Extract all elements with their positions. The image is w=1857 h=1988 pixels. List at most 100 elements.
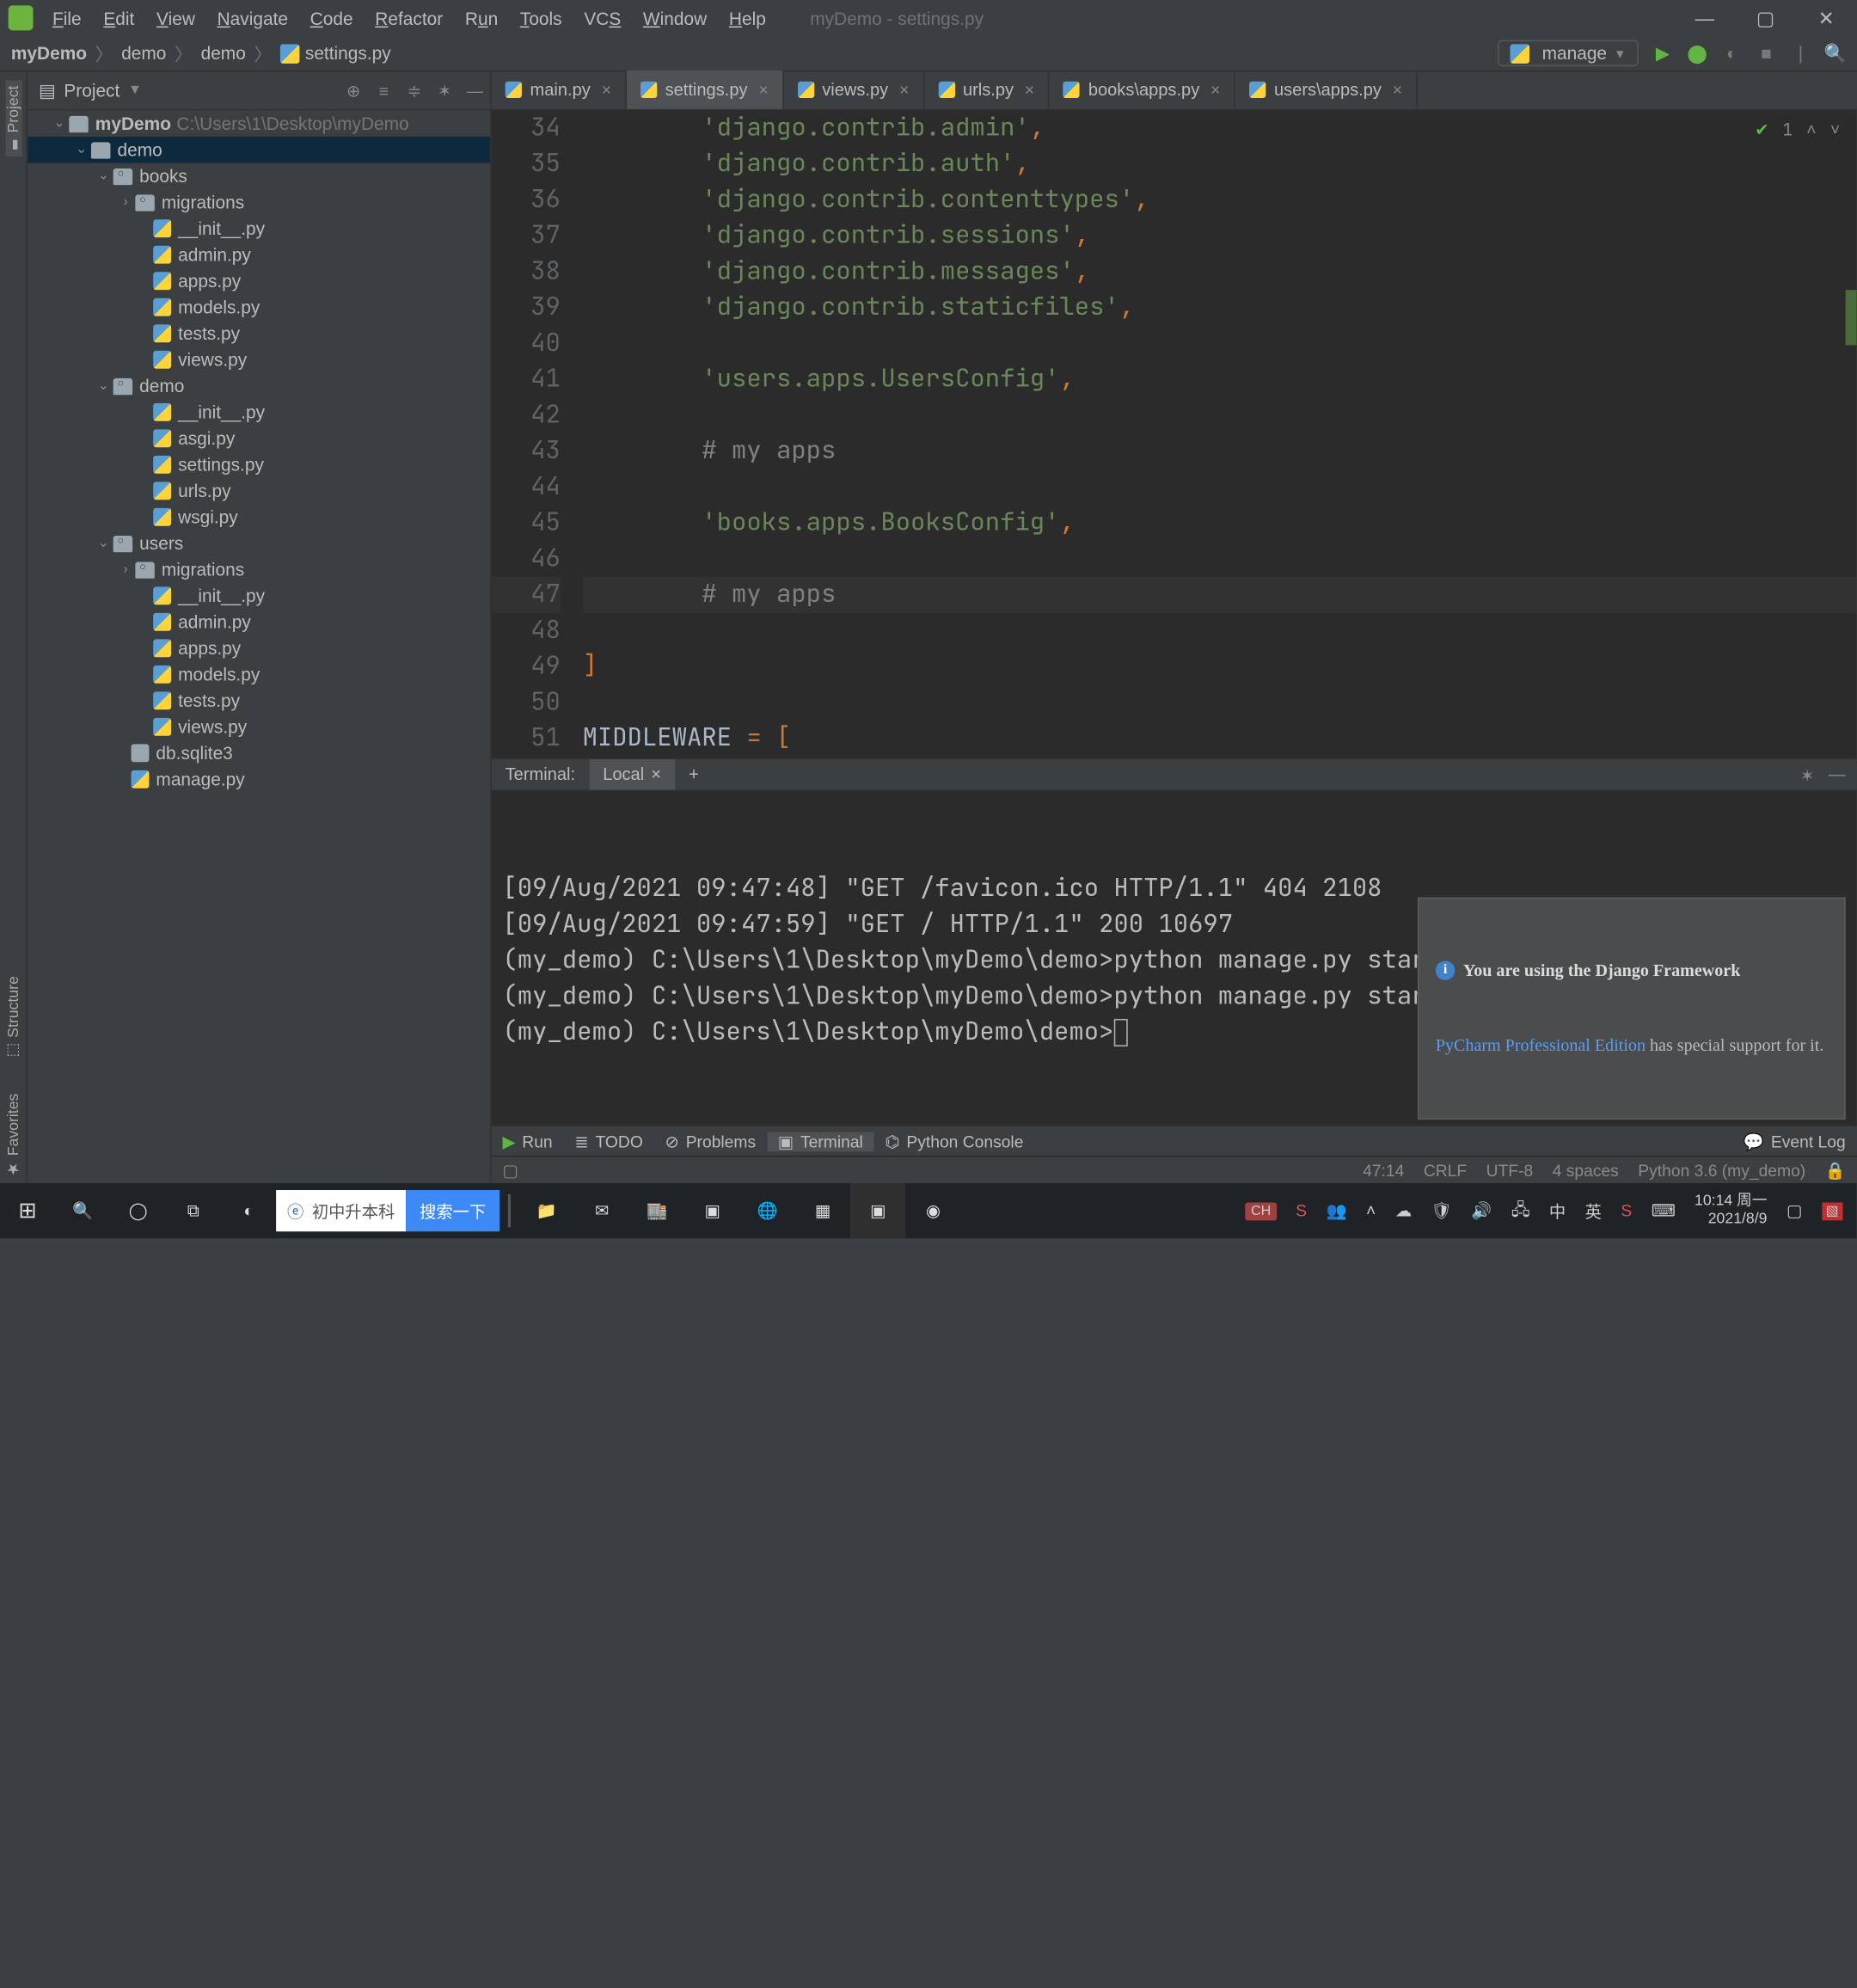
tree-item[interactable]: __init__.py	[28, 399, 490, 426]
chevron-icon[interactable]: ⌄	[94, 169, 113, 184]
python-console-toolwindow-button[interactable]: ⌬Python Console	[874, 1132, 1035, 1150]
close-icon[interactable]: ×	[1210, 80, 1220, 99]
menu-file[interactable]: File	[41, 8, 92, 28]
debug-button[interactable]: ⬤	[1687, 43, 1707, 64]
tree-item[interactable]: models.py	[28, 294, 490, 321]
tree-item[interactable]: admin.py	[28, 242, 490, 268]
project-toolwindow-tab[interactable]: ▮ Project	[5, 80, 21, 156]
chevron-up-icon[interactable]: ˄	[1806, 119, 1817, 141]
indent-settings[interactable]: 4 spaces	[1553, 1161, 1619, 1180]
tree-item[interactable]: ⌄users	[28, 531, 490, 557]
tray-ime-cn[interactable]: 中	[1549, 1199, 1566, 1222]
favorites-toolwindow-tab[interactable]: ★ Favorites	[4, 1088, 22, 1183]
chevron-icon[interactable]: ⌄	[71, 142, 90, 157]
menu-refactor[interactable]: Refactor	[364, 8, 454, 28]
code-editor[interactable]: 343536373839404142434445464748495051 'dj…	[492, 110, 1857, 758]
close-icon[interactable]: ×	[1393, 80, 1402, 99]
editor-tab[interactable]: books\apps.py×	[1050, 71, 1235, 109]
tray-defender-icon[interactable]: 🛡	[1431, 1201, 1451, 1220]
chevron-down-icon[interactable]: ▼	[128, 83, 142, 98]
terminal-body[interactable]: [09/Aug/2021 09:47:48] "GET /favicon.ico…	[492, 791, 1857, 1131]
hide-icon[interactable]: —	[460, 81, 490, 100]
tree-item[interactable]: ›migrations	[28, 189, 490, 216]
maximize-button[interactable]: ▢	[1735, 6, 1796, 29]
tree-item[interactable]: __init__.py	[28, 215, 490, 242]
menu-help[interactable]: Help	[718, 8, 777, 28]
chevron-icon[interactable]: ⌄	[50, 116, 69, 132]
editor-tab[interactable]: main.py×	[492, 71, 627, 109]
tree-item[interactable]: wsgi.py	[28, 504, 490, 531]
coverage-button[interactable]: ◐	[1721, 43, 1742, 64]
settings-icon[interactable]: ✶	[429, 81, 459, 100]
locate-icon[interactable]: ⊕	[338, 81, 368, 100]
store-icon[interactable]: 🏬	[629, 1183, 684, 1238]
code-text[interactable]: 'django.contrib.admin', 'django.contrib.…	[583, 110, 1857, 758]
crumb-folder[interactable]: demo	[201, 43, 246, 64]
menu-window[interactable]: Window	[632, 8, 718, 28]
hide-terminal-icon[interactable]: —	[1829, 764, 1846, 785]
chrome-icon[interactable]: ◉	[905, 1183, 960, 1238]
obs-icon[interactable]: ◐	[221, 1183, 276, 1238]
menu-code[interactable]: Code	[299, 8, 365, 28]
file-encoding[interactable]: UTF-8	[1486, 1161, 1534, 1180]
tree-item[interactable]: tests.py	[28, 688, 490, 715]
terminal-tab-local[interactable]: Local ×	[589, 759, 675, 789]
tray-clock[interactable]: 10:14 周一 2021/8/9	[1695, 1193, 1767, 1229]
tree-item[interactable]: urls.py	[28, 478, 490, 505]
edge-icon[interactable]: 🌐	[740, 1183, 795, 1238]
menu-tools[interactable]: Tools	[509, 8, 573, 28]
todo-toolwindow-button[interactable]: ≣TODO	[563, 1132, 653, 1150]
cmd-icon[interactable]: ▣	[684, 1183, 739, 1238]
tray-network-icon[interactable]: 🖧	[1511, 1196, 1530, 1225]
terminal-settings-icon[interactable]: ✶	[1800, 764, 1815, 785]
problems-toolwindow-button[interactable]: ⊘Problems	[654, 1132, 767, 1150]
structure-toolwindow-tab[interactable]: ⬚ Structure	[4, 971, 22, 1065]
cortana-icon[interactable]: ◯	[110, 1183, 165, 1238]
editor-tab[interactable]: settings.py×	[627, 71, 784, 109]
caret-position[interactable]: 47:14	[1363, 1161, 1404, 1180]
chevron-icon[interactable]: ⌄	[94, 536, 113, 551]
tree-item[interactable]: db.sqlite3	[28, 740, 490, 767]
project-label[interactable]: Project	[64, 80, 120, 101]
search-icon[interactable]: 🔍	[55, 1183, 110, 1238]
lock-icon[interactable]: 🔒	[1825, 1161, 1846, 1180]
tray-sogou-icon[interactable]: S	[1296, 1201, 1307, 1220]
search-everywhere-button[interactable]: 🔍	[1825, 43, 1846, 64]
tree-item[interactable]: views.py	[28, 347, 490, 373]
tree-item[interactable]: settings.py	[28, 451, 490, 478]
app-icon[interactable]: ▦	[795, 1183, 850, 1238]
tray-notifications-icon[interactable]: ▢	[1787, 1201, 1802, 1220]
editor-tab[interactable]: users\apps.py×	[1235, 71, 1418, 109]
menu-vcs[interactable]: VCS	[573, 8, 632, 28]
tray-ime-badge[interactable]: CH	[1246, 1202, 1277, 1220]
tree-item[interactable]: ⌄books	[28, 163, 490, 189]
editor-tab[interactable]: urls.py×	[924, 71, 1050, 109]
run-config-select[interactable]: manage ▼	[1498, 40, 1639, 67]
tree-item[interactable]: views.py	[28, 714, 490, 740]
close-icon[interactable]: ×	[651, 765, 661, 784]
run-button[interactable]: ▶	[1652, 43, 1673, 64]
close-button[interactable]: ✕	[1796, 6, 1857, 29]
tree-item[interactable]: ›migrations	[28, 556, 490, 583]
tray-flag-icon[interactable]: ▧	[1822, 1202, 1843, 1220]
framework-notification[interactable]: iYou are using the Django Framework PyCh…	[1418, 898, 1846, 1120]
tree-item[interactable]: models.py	[28, 661, 490, 688]
tray-people-icon[interactable]: 👥	[1326, 1201, 1346, 1220]
tree-item[interactable]: asgi.py	[28, 426, 490, 452]
chevron-down-icon[interactable]: ˅	[1830, 119, 1841, 141]
tree-item[interactable]: tests.py	[28, 320, 490, 347]
chevron-icon[interactable]: ›	[116, 194, 135, 210]
python-interpreter[interactable]: Python 3.6 (my_demo)	[1638, 1161, 1805, 1180]
tray-sogou2-icon[interactable]: S	[1621, 1201, 1632, 1220]
tray-onedrive-icon[interactable]: ☁	[1395, 1201, 1412, 1220]
tree-item[interactable]: ⌄myDemoC:\Users\1\Desktop\myDemo	[28, 110, 490, 137]
menu-navigate[interactable]: Navigate	[206, 8, 299, 28]
editor-tab[interactable]: views.py×	[783, 71, 924, 109]
event-log-button[interactable]: 💬Event Log	[1732, 1132, 1857, 1150]
task-view-icon[interactable]: ⧉	[166, 1183, 221, 1238]
inspection-widget[interactable]: ✔ 1 ˄ ˅	[1755, 119, 1840, 141]
search-button[interactable]: 搜索一下	[406, 1190, 499, 1231]
chevron-icon[interactable]: ›	[116, 561, 135, 577]
tree-item[interactable]: apps.py	[28, 635, 490, 662]
menu-view[interactable]: View	[145, 8, 206, 28]
